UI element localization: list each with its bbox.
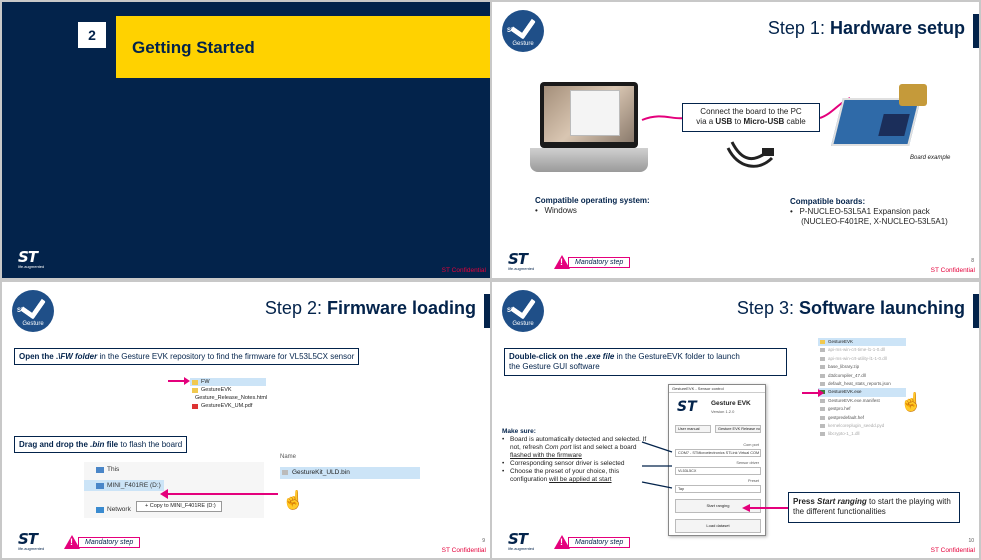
st-logo: ST life.augmented [508,530,535,552]
make-sure-item-driver: Corresponding sensor driver is selected [502,460,648,468]
folder-row[interactable]: api-ms-win-crt-utility-l1-1-0.dll [818,355,906,363]
st-logo: ST life.augmented [18,530,45,552]
confidential-label: ST Confidential [441,547,486,554]
board-example-label: Board example [910,155,951,161]
make-sure-item-board: Board is automatically detected and sele… [502,436,648,460]
folder-row[interactable]: kernelcoreplugin_seedd.pyd [818,422,906,430]
file-row-fw[interactable]: FW [190,378,266,386]
fw-file-list: FW GestureEVK Gesture_Release_Notes.html… [190,378,267,410]
tree-item-this[interactable]: This [96,466,119,473]
tree-item-network[interactable]: Network [96,506,131,513]
st-logo: ST life.augmented [18,248,45,270]
gesture-badge-icon: ST Gesture [12,290,54,332]
folder-header[interactable]: GestureEVK [818,338,906,347]
boards-item: • P-NUCLEO-53L5A1 Expansion pack (NUCLEO… [790,207,948,226]
folder-row[interactable]: gestpro.hef [818,405,906,413]
section-title: Getting Started [132,38,255,57]
slide-software-launching: ST Gesture Step 3: Software launching Do… [492,282,979,558]
file-row-release-notes[interactable]: Gesture_Release_Notes.html [190,394,267,402]
slide-title: Step 2: Firmware loading [264,298,476,318]
boards-heading: Compatible boards: [790,197,866,206]
section-band: Getting Started [116,16,490,78]
confidential-label: ST Confidential [930,267,975,274]
copy-tooltip: + Copy to MINI_F401RE (D:) [136,501,222,512]
folder-row[interactable]: default_heat_stats_reports.json [818,380,906,388]
file-explorer: This MINI_F401RE (D:) Network + Copy to … [84,454,424,518]
confidential-label: ST Confidential [930,547,975,554]
name-column-header[interactable]: Name [280,454,296,460]
section-number: 2 [78,22,106,48]
mandatory-step-badge: ! Mandatory step [554,255,631,269]
hand-cursor-icon: ☝ [900,392,923,412]
folder-row[interactable]: libcrypto-1_1.dll [818,430,906,438]
bin-file-item[interactable]: GestureKit_ULD.bin [280,467,420,479]
page-number: 10 [968,538,974,544]
connect-callout: Connect the board to the PC via a USB to… [682,103,820,132]
folder-row[interactable]: gestpredefault.hef [818,414,906,422]
explorer-tree: This MINI_F401RE (D:) Network + Copy to … [84,462,264,518]
pink-arrow-icon [802,389,824,397]
title-accent-bar [484,294,490,328]
drag-arrow-head-icon [160,489,168,499]
page-number: 9 [482,538,485,544]
gestureevk-folder-list: GestureEVK api-ms-win-crt-time-l1-1-0.dl… [818,338,906,439]
confidential-label: ST Confidential [441,267,486,274]
folder-row[interactable]: d3dcompiler_47.dll [818,372,906,380]
tree-item-drive[interactable]: MINI_F401RE (D:) [84,480,164,491]
gestureevk-exe-row[interactable]: GestureEVK.exe [818,388,906,397]
mandatory-step-badge: ! Mandatory step [64,535,141,549]
file-row-gestureevk[interactable]: GestureEVK [190,386,266,394]
press-start-callout: Press Start ranging to start the playing… [788,492,960,523]
drag-drop-instruction: Drag and drop the .bin file to flash the… [14,436,188,453]
make-sure-item-preset: Choose the preset of your choice, this c… [502,468,648,484]
os-heading: Compatible operating system: [535,196,650,205]
hand-cursor-icon: ☝ [282,490,305,510]
os-item: • Windows [535,206,577,215]
nucleo-board-image [831,84,935,150]
drag-arrow-line [164,493,278,495]
folder-row[interactable]: api-ms-win-crt-time-l1-1-0.dll [818,346,906,354]
slide-section-getting-started: 2 Getting Started ST life.augmented ST C… [2,2,490,278]
st-logo: ST life.augmented [508,250,535,272]
slide-hardware-setup: ST Gesture Step 1: Hardware setup Connec… [492,2,979,278]
pink-arrow-icon [168,377,190,385]
mandatory-step-badge: ! Mandatory step [554,535,631,549]
slide-firmware-loading: ST Gesture Step 2: Firmware loading Open… [2,282,490,558]
file-row-user-manual[interactable]: GestureEVK_UM.pdf [190,402,266,410]
folder-row[interactable]: base_library.zip [818,363,906,371]
make-sure-list: Make sure: Board is automatically detect… [502,428,648,484]
open-fw-instruction: Open the .\FW folder in the Gesture EVK … [14,348,360,365]
folder-row[interactable]: GestureEVK.exe.manifest [818,397,906,405]
page-number: 8 [971,258,974,264]
